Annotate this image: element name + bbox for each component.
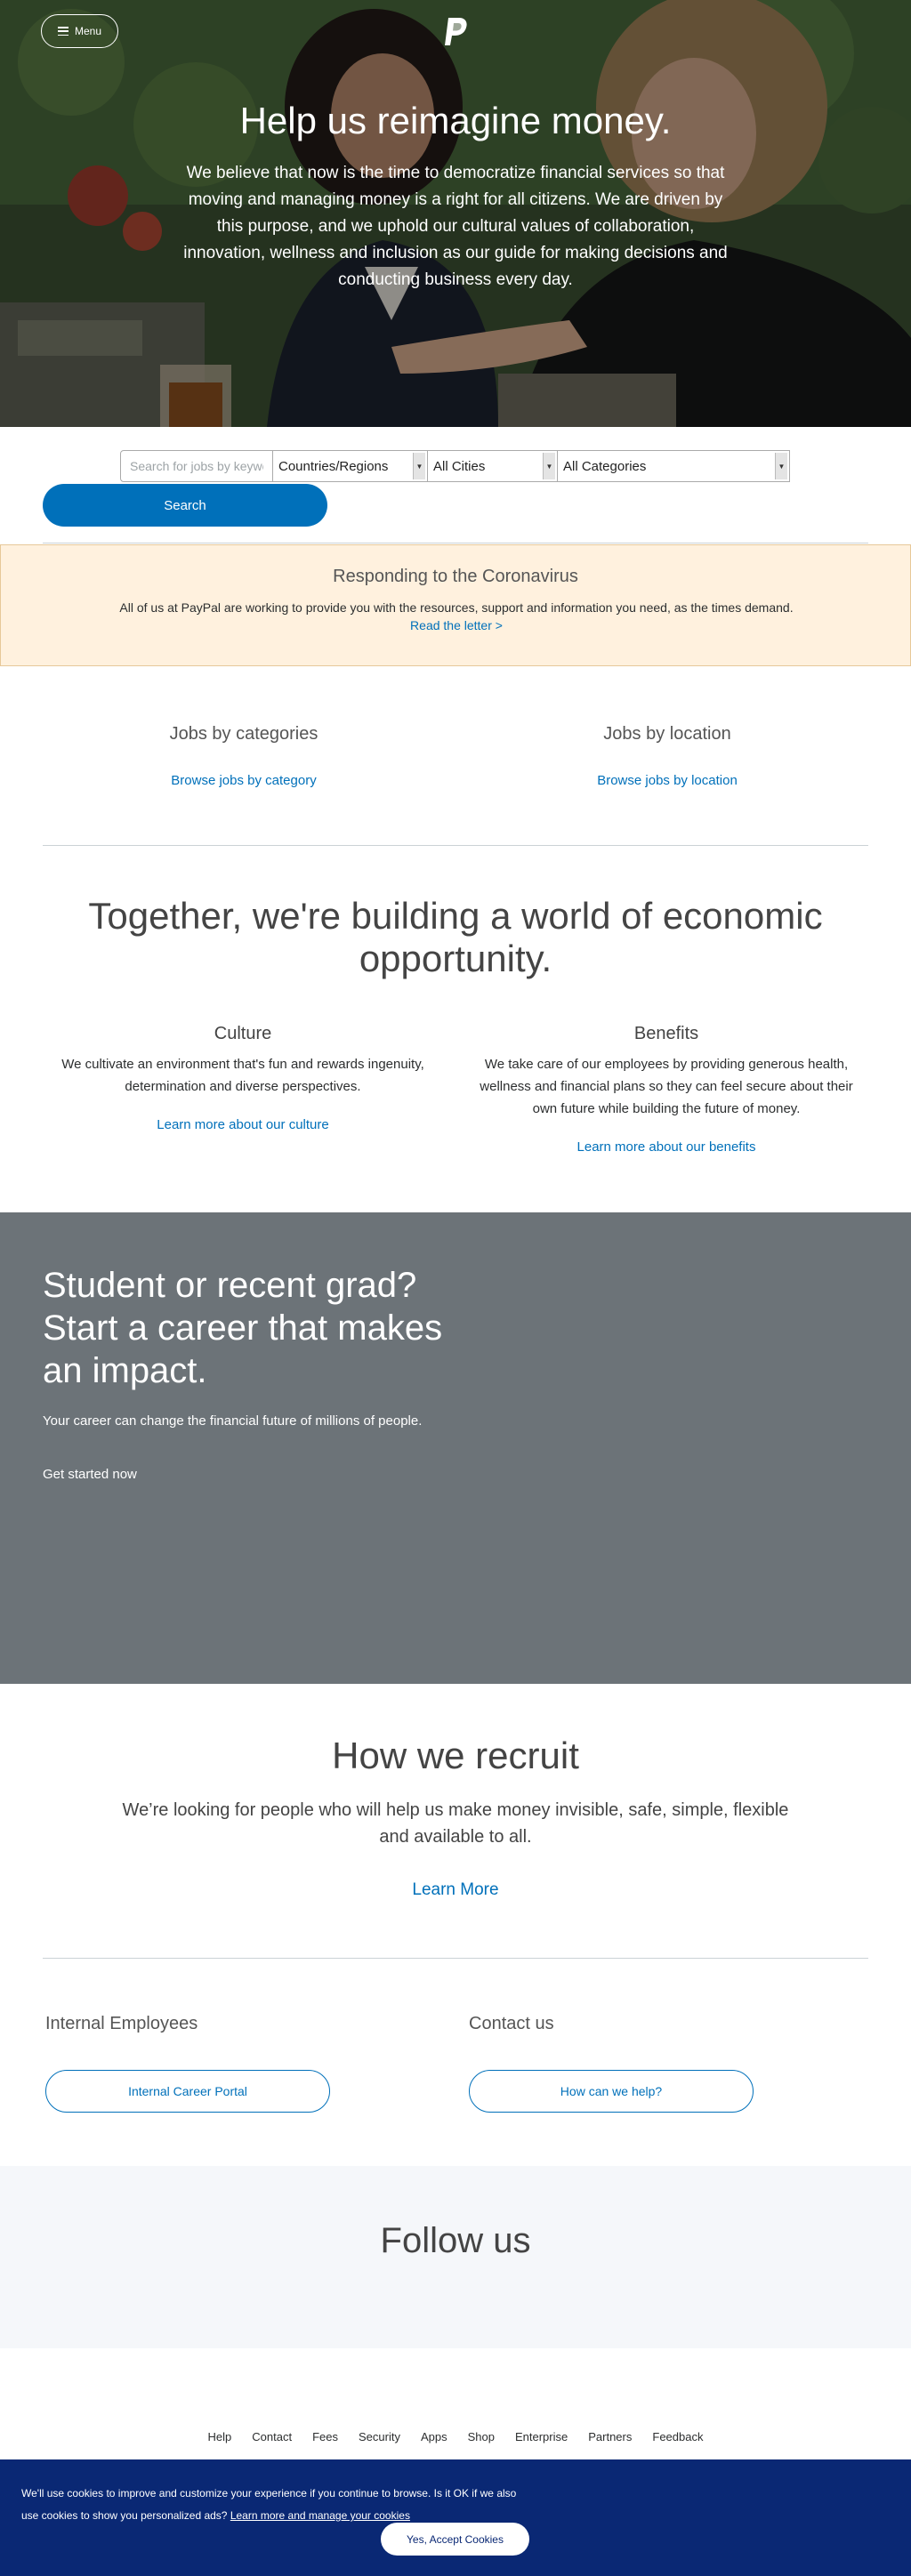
countries-select-value: Countries/Regions (278, 458, 389, 474)
benefits-title: Benefits (633, 1024, 699, 1043)
coronavirus-notice: Responding to the Coronavirus All of us … (0, 544, 911, 666)
benefits-link[interactable]: Learn more about our benefits (466, 1139, 867, 1155)
footer-link-shop[interactable]: Shop (468, 2430, 495, 2443)
benefits-text: We take care of our employees by providi… (480, 1057, 853, 1116)
dropdown-arrow-icon: ▼ (413, 453, 425, 479)
footer-link-help[interactable]: Help (208, 2430, 232, 2443)
footer-link-contact[interactable]: Contact (252, 2430, 292, 2443)
manage-cookies-link[interactable]: Learn more and manage your cookies (230, 2509, 410, 2522)
internal-employees-title: Internal Employees (45, 2014, 198, 2033)
dropdown-arrow-icon: ▼ (775, 453, 787, 479)
get-started-link[interactable]: Get started now (43, 1467, 137, 1482)
footer-link-partners[interactable]: Partners (588, 2430, 632, 2443)
notice-body: All of us at PayPal are working to provi… (119, 600, 794, 615)
follow-us-title: Follow us (380, 2221, 531, 2260)
internal-career-portal-button[interactable]: Internal Career Portal (45, 2070, 330, 2113)
hero-title: Help us reimagine money. (239, 100, 672, 141)
hamburger-icon (57, 27, 69, 36)
footer-links: Help Contact Fees Security Apps Shop Ent… (0, 2430, 911, 2443)
read-letter-link[interactable]: Read the letter > (410, 618, 503, 632)
cookie-text: We'll use cookies to improve and customi… (21, 2483, 520, 2527)
student-section: Student or recent grad? Start a career t… (0, 1212, 911, 1684)
jobs-by-categories-title: Jobs by categories (169, 724, 318, 744)
jobs-by-location-title: Jobs by location (603, 724, 731, 744)
footer-link-apps[interactable]: Apps (421, 2430, 447, 2443)
notice-text: All of us at PayPal are working to provi… (109, 599, 803, 634)
browse-by-location-link[interactable]: Browse jobs by location (489, 773, 845, 788)
recruit-title: How we recruit (332, 1735, 579, 1776)
paypal-logo-icon[interactable] (441, 16, 470, 48)
recruit-text: We’re looking for people who will help u… (122, 1800, 789, 1847)
cookie-banner: We'll use cookies to improve and customi… (0, 2459, 911, 2576)
student-text: Your career can change the financial fut… (43, 1413, 423, 1429)
divider (43, 845, 868, 846)
divider (43, 1958, 868, 1959)
how-can-we-help-button[interactable]: How can we help? (469, 2070, 754, 2113)
culture-title: Culture (214, 1024, 272, 1043)
contact-us-title: Contact us (469, 2014, 554, 2033)
search-button[interactable]: Search (43, 484, 327, 527)
culture-text: We cultivate an environment that's fun a… (61, 1057, 424, 1094)
dropdown-arrow-icon: ▼ (543, 453, 555, 479)
cities-select-value: All Cities (433, 458, 486, 474)
cities-select[interactable]: All Cities ▼ (427, 450, 558, 482)
categories-select-value: All Categories (563, 458, 647, 474)
student-title: Student or recent grad? Start a career t… (43, 1266, 443, 1390)
hero-banner: Menu Help us reimagine money. We believe… (0, 0, 911, 427)
menu-button[interactable]: Menu (41, 14, 118, 48)
accept-cookies-button[interactable]: Yes, Accept Cookies (381, 2523, 529, 2556)
keyword-search-input[interactable] (120, 450, 273, 482)
menu-label: Menu (74, 25, 102, 37)
culture-link[interactable]: Learn more about our culture (43, 1117, 443, 1132)
learn-more-link[interactable]: Learn More (0, 1880, 911, 1900)
footer-link-security[interactable]: Security (359, 2430, 400, 2443)
footer-link-feedback[interactable]: Feedback (652, 2430, 703, 2443)
browse-by-category-link[interactable]: Browse jobs by category (66, 773, 422, 788)
categories-select[interactable]: All Categories ▼ (557, 450, 790, 482)
follow-us-section: Follow us (0, 2166, 911, 2348)
notice-title: Responding to the Coronavirus (333, 567, 578, 586)
together-headline: Together, we're building a world of econ… (88, 895, 823, 979)
countries-select[interactable]: Countries/Regions ▼ (272, 450, 428, 482)
footer-link-enterprise[interactable]: Enterprise (515, 2430, 568, 2443)
hero-description: We believe that now is the time to democ… (183, 164, 728, 289)
job-search-bar: Countries/Regions ▼ All Cities ▼ All Cat… (120, 450, 790, 482)
footer-link-fees[interactable]: Fees (312, 2430, 338, 2443)
